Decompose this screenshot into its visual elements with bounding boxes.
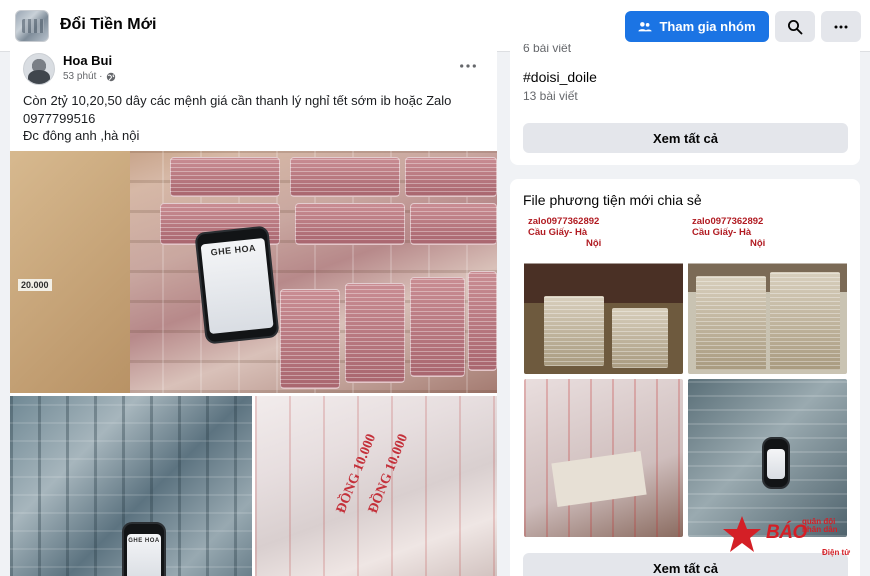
phone-in-photo: GHE HOA xyxy=(194,225,280,345)
post-meta: 53 phút · xyxy=(63,71,116,82)
phone-in-photo: GHE HOA xyxy=(122,522,166,576)
search-icon xyxy=(788,19,803,34)
money-bundle xyxy=(468,271,497,371)
watermark-logo-text: BÁO xyxy=(766,522,807,543)
media-thumbnail[interactable]: zalo0977362892 Cầu Giấy- Hà Nội xyxy=(688,216,847,374)
globe-icon xyxy=(107,72,116,81)
thumbnail-caption: Nội xyxy=(750,238,766,249)
thumbnail-caption: Cầu Giấy- Hà xyxy=(526,227,590,238)
money-bundle xyxy=(410,277,465,377)
topic-post-count: 6 bài viết xyxy=(523,44,572,55)
topic-hashtag[interactable]: #doisi_doile xyxy=(523,69,597,85)
post-author[interactable]: Hoa Bui xyxy=(63,53,112,68)
phone-screen xyxy=(767,449,785,479)
avatar[interactable] xyxy=(23,53,55,85)
money-bundle xyxy=(345,283,405,383)
phone-screen: GHE HOA xyxy=(200,237,274,335)
media-thumbnail[interactable] xyxy=(524,379,683,537)
group-icon xyxy=(638,21,653,31)
money-bundle xyxy=(295,203,405,245)
topic-post-count: 13 bài viết xyxy=(523,89,578,103)
more-horizontal-icon xyxy=(460,64,476,68)
more-horizontal-icon xyxy=(834,25,848,28)
money-stack xyxy=(770,272,840,370)
money-bundle xyxy=(410,203,497,245)
money-stack xyxy=(612,308,668,368)
post-card: Hoa Bui 53 phút · Còn 2tỷ 10,20,50 dây c… xyxy=(10,44,497,576)
post-photo-main[interactable]: 20.000 GHE HOA xyxy=(10,151,497,393)
money-bundle xyxy=(170,157,280,197)
media-thumbnail[interactable]: zalo0977362892 Cầu Giấy- Hà Nội xyxy=(524,216,683,374)
red-star-icon xyxy=(723,516,761,552)
group-cover-thumbnail[interactable] xyxy=(15,10,49,42)
watermark-subtitle: quân đội nhân dân xyxy=(802,517,838,534)
post-text-line: Còn 2tỷ 10,20,50 dây các mệnh giá cần th… xyxy=(23,93,452,108)
recent-media-title: File phương tiện mới chia sẻ xyxy=(523,192,702,208)
post-photo-bottom-left[interactable]: GHE HOA xyxy=(10,396,252,576)
money-stack xyxy=(544,296,604,366)
post-options-button[interactable] xyxy=(456,58,480,74)
search-button[interactable] xyxy=(775,11,815,42)
money-bundle xyxy=(290,157,400,197)
phone-in-photo xyxy=(762,437,790,489)
newspaper-watermark: BÁO quân đội nhân dân Điện tử xyxy=(722,512,852,560)
money-stack xyxy=(696,276,766,370)
more-options-button[interactable] xyxy=(821,11,861,42)
post-text-line: 0977799516 xyxy=(23,110,96,126)
join-group-label: Tham gia nhóm xyxy=(659,19,756,34)
topics-card: 6 bài viết #doisi_doile 13 bài viết Xem … xyxy=(510,44,860,165)
thumbnail-caption: Cầu Giấy- Hà xyxy=(690,227,754,238)
phone-screen-text: GHE HOA xyxy=(210,242,257,258)
denomination-label: 20.000 xyxy=(18,279,52,291)
money-bundle xyxy=(405,157,497,197)
thumbnail-caption: zalo0977362892 xyxy=(690,216,766,227)
watermark-tagline: Điện tử xyxy=(822,548,851,557)
envelope xyxy=(10,151,130,393)
post-timestamp[interactable]: 53 phút · xyxy=(63,71,102,82)
post-photo-bottom-right[interactable]: ĐỒNG 10.000 ĐỒNG 10.000 xyxy=(255,396,497,576)
join-group-button[interactable]: Tham gia nhóm xyxy=(625,11,769,42)
phone-screen: GHE HOA xyxy=(127,534,161,576)
see-all-topics-button[interactable]: Xem tất cả xyxy=(523,123,848,153)
group-name[interactable]: Đổi Tiền Mới xyxy=(60,16,156,34)
thumbnail-caption: zalo0977362892 xyxy=(526,216,602,227)
post-text: Còn 2tỷ 10,20,50 dây các mệnh giá cần th… xyxy=(23,92,483,145)
money-bundle xyxy=(280,289,340,389)
phone-screen-text: GHE HOA xyxy=(128,538,160,544)
thumbnail-caption: Nội xyxy=(586,238,602,249)
paper-note xyxy=(551,450,647,508)
post-text-line: Đc đông anh ,hà nội xyxy=(23,128,140,143)
